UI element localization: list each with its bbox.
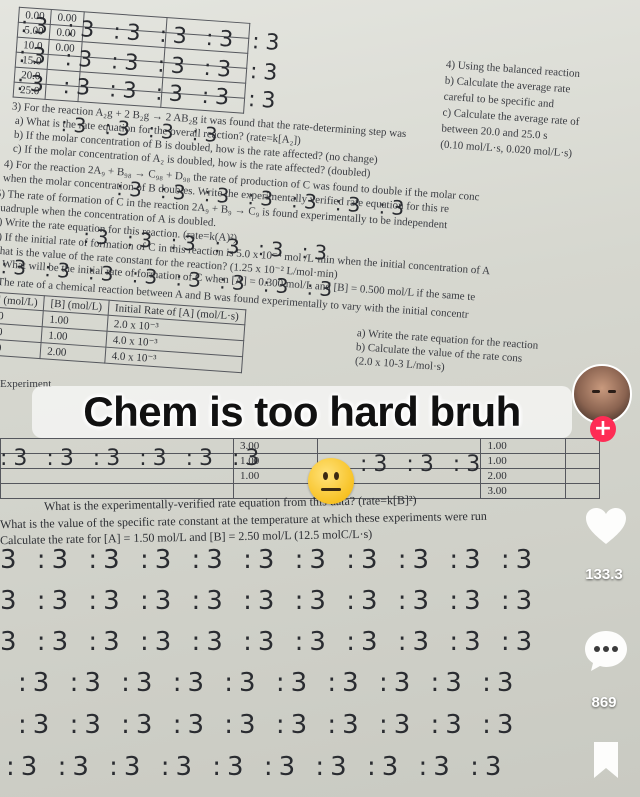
neutral-face-emoji [308, 458, 354, 504]
emoji-eye [323, 472, 328, 480]
scribble-row: 3 :3 :3 :3 :3 :3 :3 :3 :3 :3 :3 [0, 545, 539, 575]
scribble-row: :3 :3 :3 :3 :3 :3 :3 :3 :3 :3 [18, 668, 520, 698]
avatar-eye [608, 390, 616, 393]
worksheet: 0.00 0.00 5.00 0.00 10.0 0.00 15.0 20.0 25.… [0, 0, 640, 438]
table-cell: 3.00 [480, 483, 566, 499]
scribble-row: :3 :3 :3 :3 :3 :3 :3 :3 :3 :3 [6, 752, 508, 782]
scribble-row: 3 :3 :3 :3 :3 :3 :3 :3 :3 :3 :3 [0, 627, 539, 657]
scribble-row: 3 :3 :3 :3 :3 :3 :3 :3 :3 :3 :3 [0, 586, 539, 616]
follow-plus-button[interactable]: + [590, 416, 616, 442]
table-cell: 2.00 [40, 342, 106, 364]
emoji-eye [334, 472, 339, 480]
avatar-eye [592, 390, 600, 393]
comments-count: 869 [591, 694, 617, 711]
emoji-mouth [321, 488, 341, 491]
action-sidebar: + 133.3 869 [568, 360, 640, 797]
table-cell: 2.00 [480, 468, 566, 484]
heart-icon[interactable] [584, 506, 628, 546]
comment-icon[interactable] [582, 628, 630, 674]
bookmark-icon[interactable] [590, 740, 622, 780]
scribble-row: :3 :3 :3 :3 :3 :3 :3 :3 :3 :3 [18, 710, 520, 740]
creator-avatar[interactable] [572, 364, 632, 424]
table-cell: 1.00 [480, 453, 566, 469]
likes-count: 133.3 [585, 566, 623, 583]
worksheet-table-mid: [A] (mol/L) [B] (mol/L) Initial Rate of … [0, 291, 246, 374]
scribble-overlay: :3 :3 :3 :3 :3 :3 [0, 446, 266, 471]
table-cell: 1.00 [480, 438, 566, 454]
video-caption: Chem is too hard bruh [32, 386, 572, 438]
right-note: (0.10 mol/L·s, 0.020 mol/L·s) [439, 138, 573, 160]
scribble-overlay: :3 :3 :3 [360, 452, 487, 477]
